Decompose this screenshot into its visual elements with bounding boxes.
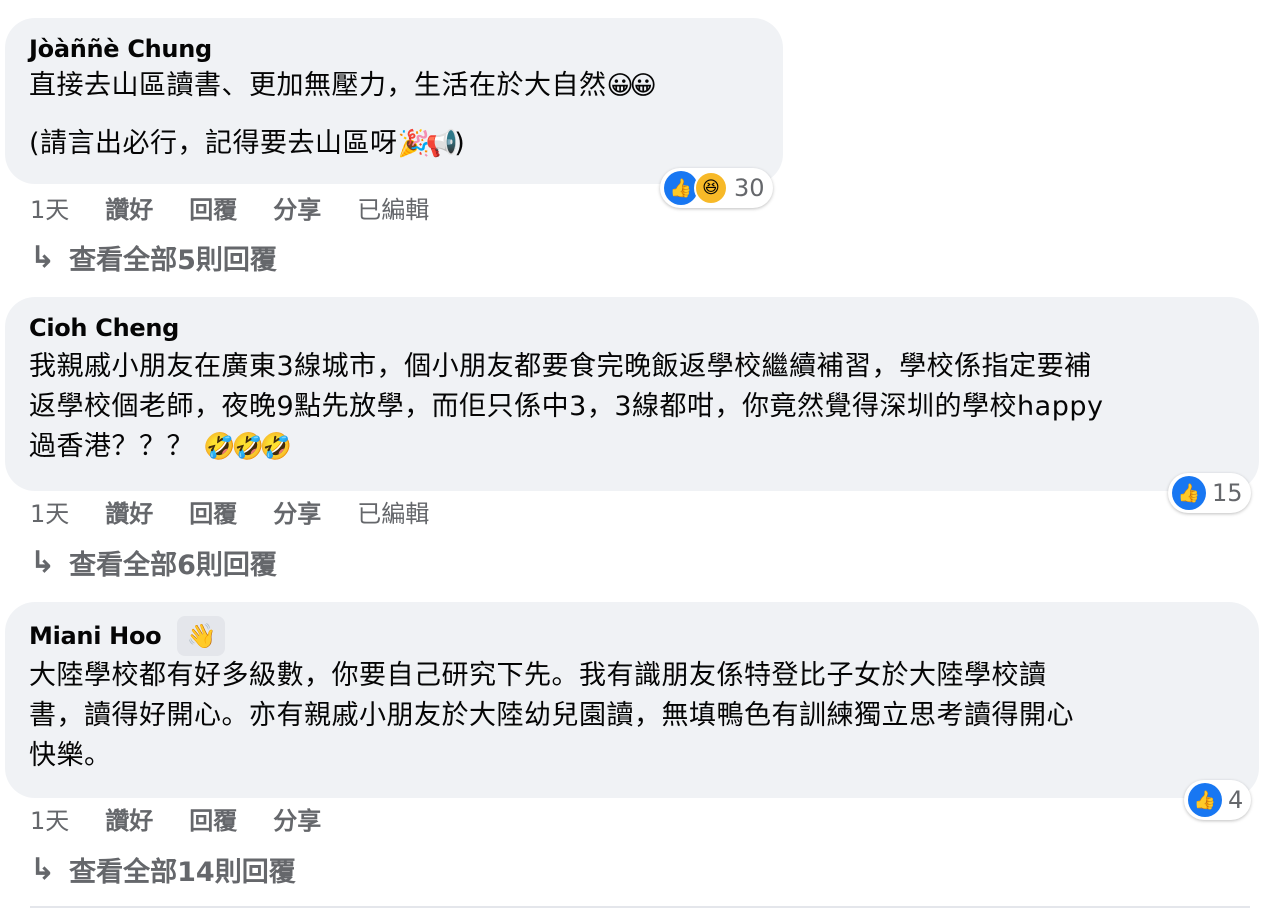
reply-arrow-icon: ↳ xyxy=(30,240,56,275)
reply-button[interactable]: 回覆 xyxy=(189,801,237,836)
like-button[interactable]: 讚好 xyxy=(105,801,153,836)
comment-bubble: Jòàññè Chung 直接去山區讀書、更加無壓力，生活在於大自然😀😀 (請言… xyxy=(5,18,783,184)
edited-label: 已編輯 xyxy=(357,196,430,224)
view-replies-link[interactable]: ↳ 查看全部14則回覆 xyxy=(30,850,296,889)
reaction-count: 30 xyxy=(734,174,765,202)
view-replies-label: 查看全部14則回覆 xyxy=(69,857,296,888)
view-replies-label: 查看全部5則回覆 xyxy=(69,245,277,276)
haha-reaction-icon: 😆 xyxy=(694,171,728,205)
comment-text: 我親戚小朋友在廣東3線城市，個小朋友都要食完晚飯返學校繼續補習，學校係指定要補 … xyxy=(29,347,1235,467)
comment-author[interactable]: Miani Hoo 👋 xyxy=(29,616,1235,656)
comment-line: 過香港？？？ xyxy=(29,431,194,462)
reaction-summary[interactable]: 👍 15 xyxy=(1168,473,1251,513)
comment-line: 我親戚小朋友在廣東3線城市，個小朋友都要食完晚飯返學校繼續補習，學校係指定要補 xyxy=(29,351,1092,382)
comment-line: (請言出必行，記得要去山區呀 xyxy=(29,128,398,159)
like-reaction-icon: 👍 xyxy=(1172,476,1206,510)
edited-label: 已編輯 xyxy=(357,500,430,528)
reply-button[interactable]: 回覆 xyxy=(189,190,237,225)
comment-text: 直接去山區讀書、更加無壓力，生活在於大自然😀😀 (請言出必行，記得要去山區呀🎉📢… xyxy=(29,66,759,164)
like-reaction-icon: 👍 xyxy=(664,171,698,205)
reply-arrow-icon: ↳ xyxy=(30,545,56,580)
comment-author[interactable]: Jòàññè Chung xyxy=(29,32,759,66)
comment-line: 直接去山區讀書、更加無壓力，生活在於大自然 xyxy=(29,70,607,101)
comment-timestamp[interactable]: 1天 xyxy=(30,190,69,225)
grinning-emoji: 😀😀 xyxy=(606,71,657,101)
like-button[interactable]: 讚好 xyxy=(105,190,153,225)
party-megaphone-emoji: 🎉📢 xyxy=(397,129,459,159)
share-button[interactable]: 分享 xyxy=(273,190,321,225)
comment-author[interactable]: Cioh Cheng xyxy=(29,311,1235,345)
view-replies-link[interactable]: ↳ 查看全部6則回覆 xyxy=(30,543,277,582)
comment-bubble: Cioh Cheng 我親戚小朋友在廣東3線城市，個小朋友都要食完晚飯返學校繼續… xyxy=(5,297,1259,491)
reaction-summary[interactable]: 👍 4 xyxy=(1184,780,1252,820)
waving-hand-icon: 👋 xyxy=(177,616,226,656)
rofl-emoji: 🤣🤣🤣 xyxy=(203,432,292,462)
comment-timestamp[interactable]: 1天 xyxy=(30,494,69,529)
reaction-count: 4 xyxy=(1228,786,1244,814)
author-name: Miani Hoo xyxy=(29,622,162,650)
comment-timestamp[interactable]: 1天 xyxy=(30,801,69,836)
reaction-count: 15 xyxy=(1212,479,1243,507)
view-replies-label: 查看全部6則回覆 xyxy=(69,550,277,581)
comment-actions: 1天 讚好 回覆 分享 xyxy=(30,801,357,836)
divider xyxy=(30,906,1250,908)
comment-line: 大陸學校都有好多級數，你要自己研究下先。我有識朋友係特登比子女於大陸學校讀 xyxy=(29,660,1047,691)
view-replies-link[interactable]: ↳ 查看全部5則回覆 xyxy=(30,238,277,277)
comment-line: 返學校個老師，夜晚9點先放學，而佢只係中3，3線都咁，你竟然覺得深圳的學校hap… xyxy=(29,391,1104,422)
comment-line-suffix: ) xyxy=(454,128,466,159)
comment-bubble: Miani Hoo 👋 大陸學校都有好多級數，你要自己研究下先。我有識朋友係特登… xyxy=(5,602,1259,798)
comment-line: 書，讀得好開心。亦有親戚小朋友於大陸幼兒園讀，無填鴨色有訓練獨立思考讀得開心 xyxy=(29,700,1074,731)
like-reaction-icon: 👍 xyxy=(1188,783,1222,817)
comment-line: 快樂。 xyxy=(29,740,112,771)
reply-arrow-icon: ↳ xyxy=(30,852,56,887)
comment-actions: 1天 讚好 回覆 分享 已編輯 xyxy=(30,190,465,225)
comment-text: 大陸學校都有好多級數，你要自己研究下先。我有識朋友係特登比子女於大陸學校讀 書，… xyxy=(29,656,1235,776)
share-button[interactable]: 分享 xyxy=(273,494,321,529)
comment-actions: 1天 讚好 回覆 分享 已編輯 xyxy=(30,494,465,529)
reply-button[interactable]: 回覆 xyxy=(189,494,237,529)
share-button[interactable]: 分享 xyxy=(273,801,321,836)
like-button[interactable]: 讚好 xyxy=(105,494,153,529)
reaction-summary[interactable]: 👍 😆 30 xyxy=(660,168,773,208)
